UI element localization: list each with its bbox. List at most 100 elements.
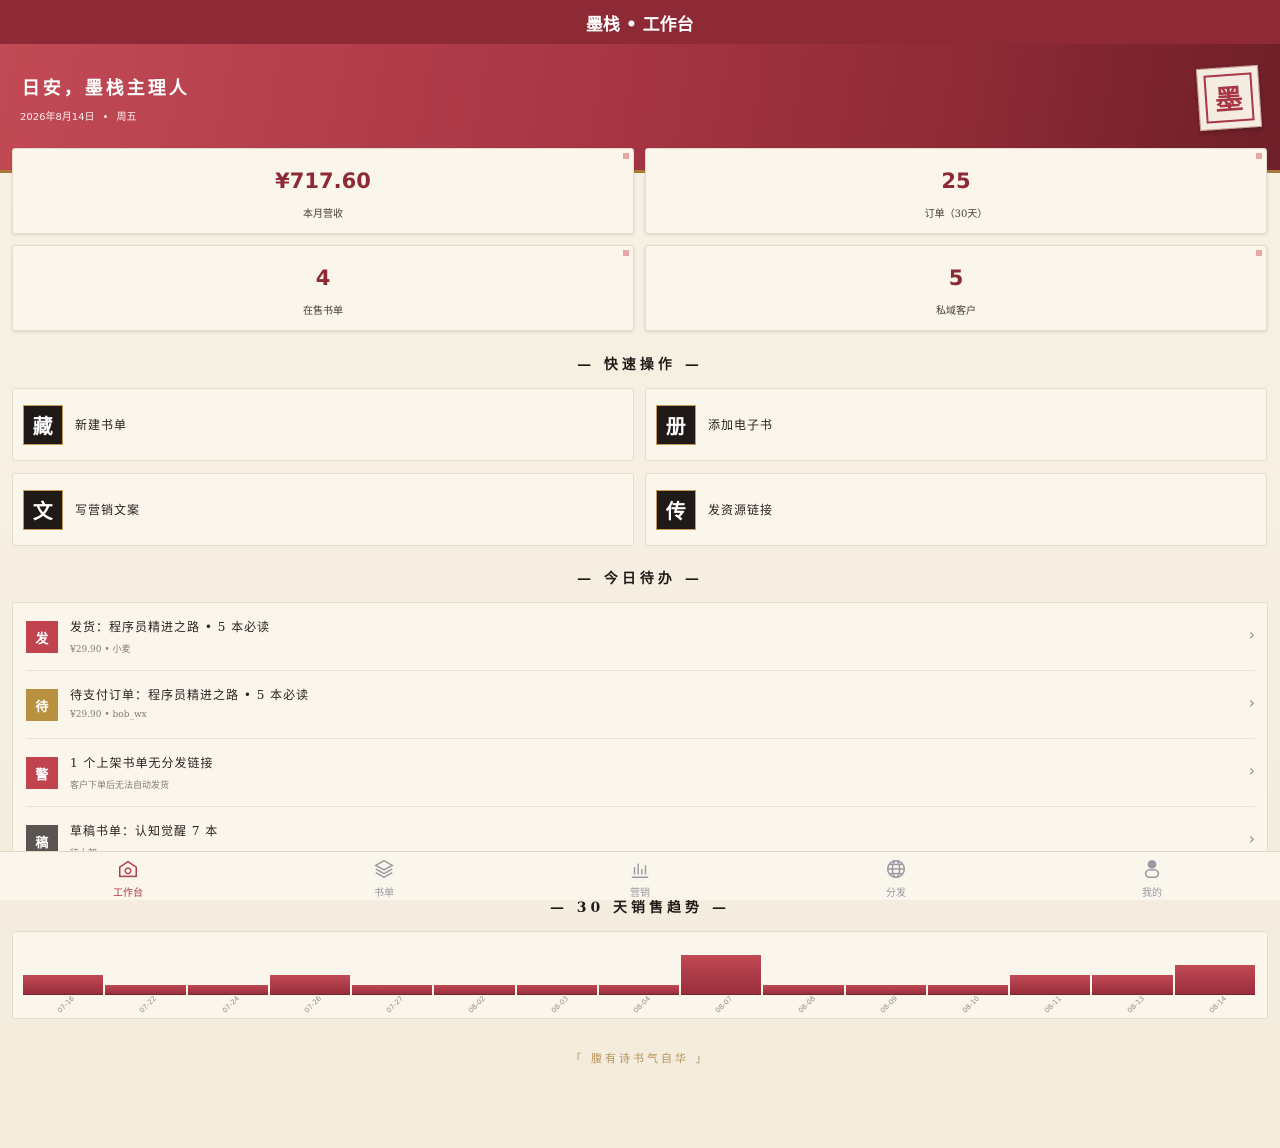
date-separator: •: [102, 112, 109, 123]
tab-label: 营销: [630, 888, 650, 899]
greeting: 日安，墨栈主理人: [22, 78, 190, 99]
chart-bar: [434, 985, 515, 995]
chevron-right-icon: ›: [1248, 829, 1255, 848]
chart-bar: [1092, 975, 1173, 995]
x-tick-label: 07-22: [138, 994, 159, 1015]
x-tick-label: 07-26: [302, 994, 323, 1015]
x-tick-label: 08-13: [1125, 994, 1146, 1015]
warning-badge-icon: 警: [26, 757, 58, 789]
todo-sub-text: ¥29.90 • bob_wx: [70, 710, 147, 720]
todo-title-text: 1 个上架书单无分发链接: [70, 756, 214, 770]
x-tick-label: 08-09: [878, 994, 899, 1015]
todo-title-text: 草稿书单：认知觉醒 7 本: [70, 824, 219, 838]
tab-booklists[interactable]: 书单: [256, 852, 512, 901]
app-title: 墨栈 • 工作台: [586, 14, 694, 35]
bottom-tab-bar: 工作台 书单 营销 分发 我的: [0, 851, 1280, 900]
pending-badge-icon: 待: [26, 689, 58, 721]
todo-item-pending-payment[interactable]: 待 待支付订单：程序员精进之路 • 5 本必读 ¥29.90 • bob_wx …: [26, 671, 1255, 739]
stat-card-booklists[interactable]: 4 在售书单: [12, 245, 634, 331]
bar-chart-icon: [631, 863, 649, 878]
user-icon: [1144, 860, 1160, 878]
seal-stamp-icon: 墨: [1195, 64, 1263, 132]
stat-label: 私域客户: [936, 306, 976, 317]
date-line: 2026年8月14日 • 周五: [20, 108, 136, 123]
share-icon: 传: [656, 489, 696, 530]
x-tick-label: 08-11: [1043, 994, 1064, 1015]
quick-action-label: 添加电子书: [708, 418, 774, 432]
stat-card-revenue[interactable]: ¥717.60 本月营收: [12, 148, 634, 234]
todo-item-warning[interactable]: 警 1 个上架书单无分发链接 客户下单后无法自动发货 ›: [26, 739, 1255, 807]
x-tick-label: 08-03: [549, 994, 570, 1015]
todo-title-text: 待支付订单：程序员精进之路 • 5 本必读: [70, 688, 310, 702]
book-icon: 册: [656, 404, 696, 445]
corner-dot-icon: [1256, 250, 1262, 256]
quick-action-label: 新建书单: [75, 418, 128, 432]
stat-label: 在售书单: [303, 306, 343, 317]
text-icon: 文: [23, 489, 63, 530]
quick-action-label: 写营销文案: [75, 503, 141, 517]
todo-sub-text: ¥29.90 • 小麦: [70, 645, 131, 655]
x-tick-label: 08-14: [1207, 994, 1228, 1015]
weekday: 周五: [116, 112, 137, 123]
chart-bar: [681, 955, 762, 995]
todo-title-text: 发货：程序员精进之路 • 5 本必读: [70, 620, 271, 634]
chart-bar: [845, 985, 926, 995]
tab-distribution[interactable]: 分发: [768, 852, 1024, 901]
x-tick-label: 07-16: [56, 994, 77, 1015]
new-booklist-button[interactable]: 藏 新建书单: [12, 388, 634, 461]
chart-bar: [1174, 965, 1255, 995]
chart-bar: [516, 985, 597, 995]
corner-dot-icon: [623, 250, 629, 256]
stat-label: 本月营收: [303, 209, 343, 220]
chevron-right-icon: ›: [1248, 761, 1255, 780]
layers-icon: [374, 859, 394, 879]
stat-value: 25: [941, 169, 971, 193]
seal-char: 墨: [1203, 72, 1255, 124]
ship-badge-icon: 发: [26, 621, 58, 653]
date: 2026年8月14日: [20, 112, 95, 123]
tab-workbench[interactable]: 工作台: [0, 852, 256, 901]
quick-action-label: 发资源链接: [708, 503, 774, 517]
stat-value: 4: [315, 266, 331, 290]
chart-bar: [763, 985, 844, 995]
stat-card-customers[interactable]: 5 私域客户: [645, 245, 1267, 331]
x-tick-label: 08-07: [714, 994, 735, 1015]
chart-bar: [1010, 975, 1091, 995]
chart-bar: [105, 985, 186, 995]
write-copy-button[interactable]: 文 写营销文案: [12, 473, 634, 546]
chart-bar: [187, 985, 268, 995]
x-tick-label: 08-02: [467, 994, 488, 1015]
tab-marketing[interactable]: 营销: [512, 852, 768, 901]
chevron-right-icon: ›: [1248, 693, 1255, 712]
x-tick-label: 07-24: [220, 994, 241, 1015]
stat-label: 订单（30天）: [924, 209, 988, 220]
footer-quote: 「 腹有诗书气自华 」: [570, 1052, 710, 1065]
chart-bar: [352, 985, 433, 995]
corner-dot-icon: [623, 153, 629, 159]
stat-value: 5: [948, 266, 964, 290]
globe-icon: [887, 860, 905, 878]
chart-bar: [269, 975, 351, 995]
corner-dot-icon: [1256, 153, 1262, 159]
chart-bar: [598, 985, 680, 995]
tab-profile[interactable]: 我的: [1024, 852, 1280, 901]
send-link-button[interactable]: 传 发资源链接: [645, 473, 1267, 546]
add-ebook-button[interactable]: 册 添加电子书: [645, 388, 1267, 461]
stat-value: ¥717.60: [275, 169, 371, 193]
todo-sub-text: 客户下单后无法自动发货: [70, 781, 170, 791]
chart-bar: [927, 985, 1009, 995]
x-tick-label: 08-04: [632, 994, 653, 1015]
tab-label: 分发: [886, 888, 906, 899]
tab-label: 我的: [1142, 888, 1162, 899]
todo-item-ship[interactable]: 发 发货：程序员精进之路 • 5 本必读 ¥29.90 • 小麦 ›: [26, 603, 1255, 671]
todo-title: — 今日待办 —: [577, 571, 703, 587]
x-tick-label: 07-27: [385, 994, 406, 1015]
tab-label: 书单: [374, 888, 394, 899]
quick-actions-title: — 快速操作 —: [577, 357, 703, 373]
chevron-right-icon: ›: [1248, 625, 1255, 644]
sales-trend-chart: 07-16 07-22 07-24 07-26 07-27 08-02 08-03 08-04…: [12, 931, 1268, 1019]
home-icon: [119, 860, 137, 878]
x-tick-label: 08-08: [796, 994, 817, 1015]
stat-card-orders[interactable]: 25 订单（30天）: [645, 148, 1267, 234]
chart-bar: [23, 975, 104, 995]
